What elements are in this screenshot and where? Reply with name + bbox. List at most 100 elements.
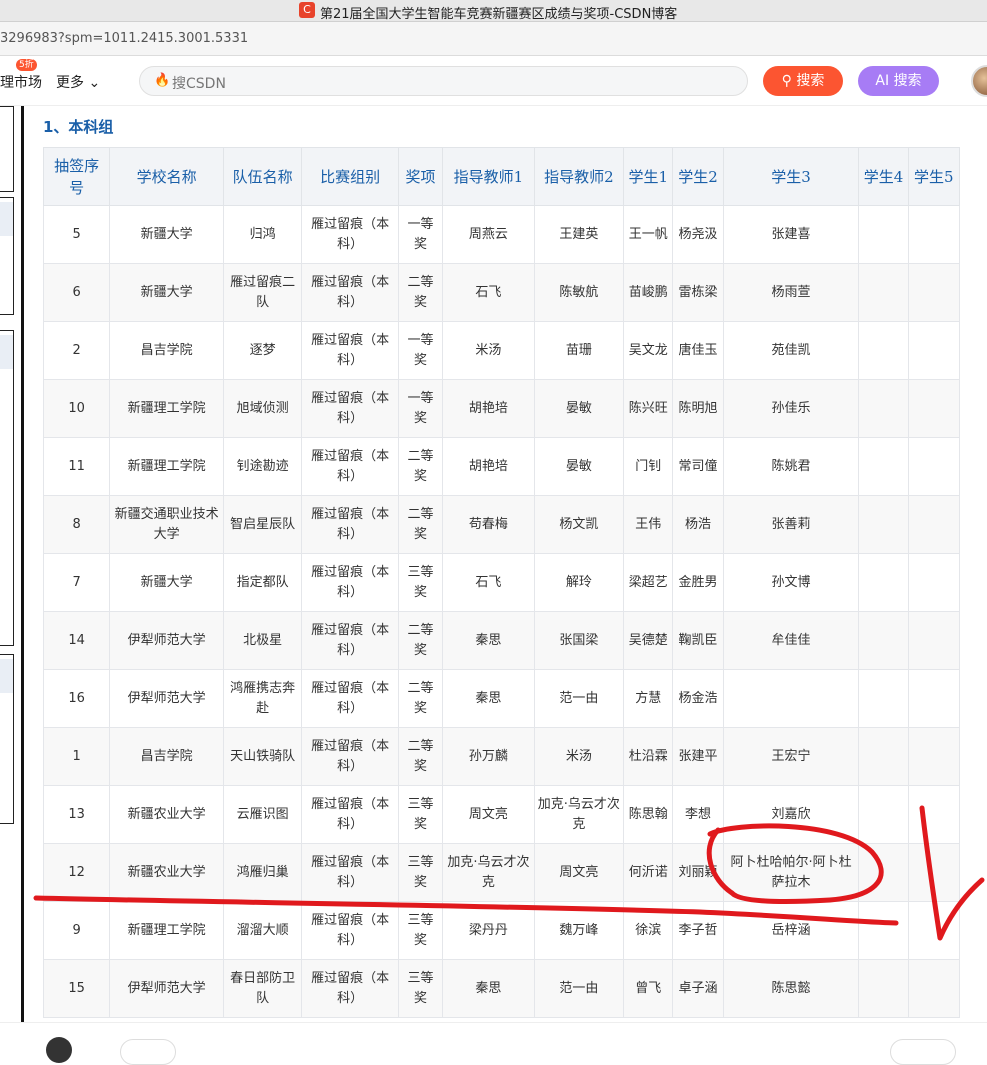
table-cell [722,669,860,728]
table-cell: 1 [42,727,111,786]
address-bar[interactable]: 3296983?spm=1011.2415.3001.5331 [0,22,987,56]
column-header: 抽签序号 [42,147,111,206]
table-cell: 伊犁师范大学 [109,611,224,670]
table-cell: 8 [42,495,111,554]
table-cell: 王建英 [533,205,625,264]
results-table: 抽签序号 学校名称 队伍名称 比赛组别 奖项 指导教师1 指导教师2 学生1 学… [42,147,961,1018]
table-cell: 刘丽颖 [672,843,724,902]
table-row: 15 伊犁师范大学 春日部防卫队 雁过留痕（本科） 三等奖 秦思 范一由 曾飞 卓子涵 陈思懿 [42,959,961,1018]
table-cell [858,669,909,728]
table-cell: 雁过留痕（本科） [301,437,399,496]
search-button[interactable]: ⚲ 搜索 [763,66,843,96]
table-cell: 16 [42,669,111,728]
table-row: 10 新疆理工学院 旭域侦测 雁过留痕（本科） 一等奖 胡艳培 晏敏 陈兴旺 陈明旭 孙佳乐 [42,379,961,438]
table-cell: 5 [42,205,111,264]
column-header: 学生3 [722,147,860,206]
author-avatar[interactable] [46,1037,72,1063]
table-cell: 新疆大学 [109,263,224,322]
table-cell: 雁过留痕（本科） [301,669,399,728]
table-cell: 三等奖 [397,901,444,960]
table-cell: 岳梓涵 [722,901,860,960]
table-cell: 杜沿霖 [623,727,674,786]
column-header: 奖项 [397,147,444,206]
table-cell: 14 [42,611,111,670]
table-cell: 周文亮 [442,785,535,844]
table-row: 16 伊犁师范大学 鸿雁携志奔赴 雁过留痕（本科） 二等奖 秦思 范一由 方慧 杨金浩 [42,669,961,728]
bottom-toolbar [0,1022,987,1065]
table-row: 6 新疆大学 雁过留痕二队 雁过留痕（本科） 二等奖 石飞 陈敏航 苗峻鹏 雷栋梁 杨雨萱 [42,263,961,322]
table-cell: 12 [42,843,111,902]
ai-search-button[interactable]: AI 搜索 [858,66,939,96]
table-cell: 孙佳乐 [722,379,860,438]
table-cell: 二等奖 [397,263,444,322]
column-header: 指导教师1 [442,147,535,206]
flame-icon: 🔥 [154,73,171,88]
table-cell: 解玲 [533,553,625,612]
table-cell: 米汤 [442,321,535,380]
table-cell [858,727,909,786]
table-cell: 指定都队 [222,553,303,612]
table-cell [907,611,961,670]
table-cell: 金胜男 [672,553,724,612]
table-cell [858,495,909,554]
table-cell: 雁过留痕（本科） [301,727,399,786]
table-row: 5 新疆大学 归鸿 雁过留痕（本科） 一等奖 周燕云 王建英 王一帆 杨尧汲 张建喜 [42,205,961,264]
table-cell: 新疆理工学院 [109,437,224,496]
table-cell: 陈思懿 [722,959,860,1018]
table-cell: 伊犁师范大学 [109,669,224,728]
table-cell: 7 [42,553,111,612]
table-cell: 苗峻鹏 [623,263,674,322]
table-cell: 杨文凯 [533,495,625,554]
table-cell: 加克·乌云才次克 [442,843,535,902]
table-cell [907,669,961,728]
table-cell [858,843,909,902]
table-cell [858,785,909,844]
table-cell: 15 [42,959,111,1018]
content-border [21,106,24,1024]
sidebar-card-4 [0,654,14,824]
table-cell: 王宏宁 [722,727,860,786]
table-row: 14 伊犁师范大学 北极星 雁过留痕（本科） 二等奖 秦思 张国梁 吴德楚 鞠凯臣 牟佳佳 [42,611,961,670]
search-input[interactable]: 🔥 搜CSDN [139,66,748,96]
nav-more-dropdown[interactable]: 更多 ⌄ [56,72,100,92]
table-cell: 石飞 [442,263,535,322]
table-cell [858,611,909,670]
table-cell: 二等奖 [397,437,444,496]
search-icon: ⚲ [781,73,792,89]
sidebar-card-2 [0,197,14,315]
table-cell: 牟佳佳 [722,611,860,670]
table-cell [907,959,961,1018]
table-cell [907,437,961,496]
table-cell: 逐梦 [222,321,303,380]
table-cell [858,553,909,612]
table-cell: 卓子涵 [672,959,724,1018]
window-titlebar: C 第21届全国大学生智能车竞赛新疆赛区成绩与奖项-CSDN博客 [0,0,987,22]
table-cell [858,437,909,496]
table-cell: 刘嘉欣 [722,785,860,844]
table-cell: 二等奖 [397,669,444,728]
table-cell: 二等奖 [397,611,444,670]
column-header: 指导教师2 [533,147,625,206]
table-row: 8 新疆交通职业技术大学 智启星辰队 雁过留痕（本科） 二等奖 苟春梅 杨文凯 王伟 杨浩 张善莉 [42,495,961,554]
table-cell: 阿卜杜哈帕尔·阿卜杜萨拉木 [722,843,860,902]
table-cell: 旭域侦测 [222,379,303,438]
table-cell: 雁过留痕（本科） [301,263,399,322]
table-cell [907,785,961,844]
table-cell: 云雁识图 [222,785,303,844]
table-cell: 周文亮 [533,843,625,902]
avatar[interactable] [971,65,987,97]
table-cell [858,959,909,1018]
sidebar-card-1 [0,106,14,192]
table-cell: 雁过留痕（本科） [301,785,399,844]
nav-market-link[interactable]: 理市场 [0,72,42,92]
url-text[interactable]: 3296983?spm=1011.2415.3001.5331 [0,31,248,46]
table-cell: 雁过留痕（本科） [301,495,399,554]
table-cell [858,263,909,322]
table-cell [907,553,961,612]
table-cell: 雁过留痕（本科） [301,901,399,960]
table-cell [858,321,909,380]
table-cell: 鞠凯臣 [672,611,724,670]
table-cell: 雁过留痕（本科） [301,959,399,1018]
table-row: 7 新疆大学 指定都队 雁过留痕（本科） 三等奖 石飞 解玲 梁超艺 金胜男 孙文博 [42,553,961,612]
column-header: 学生5 [907,147,961,206]
